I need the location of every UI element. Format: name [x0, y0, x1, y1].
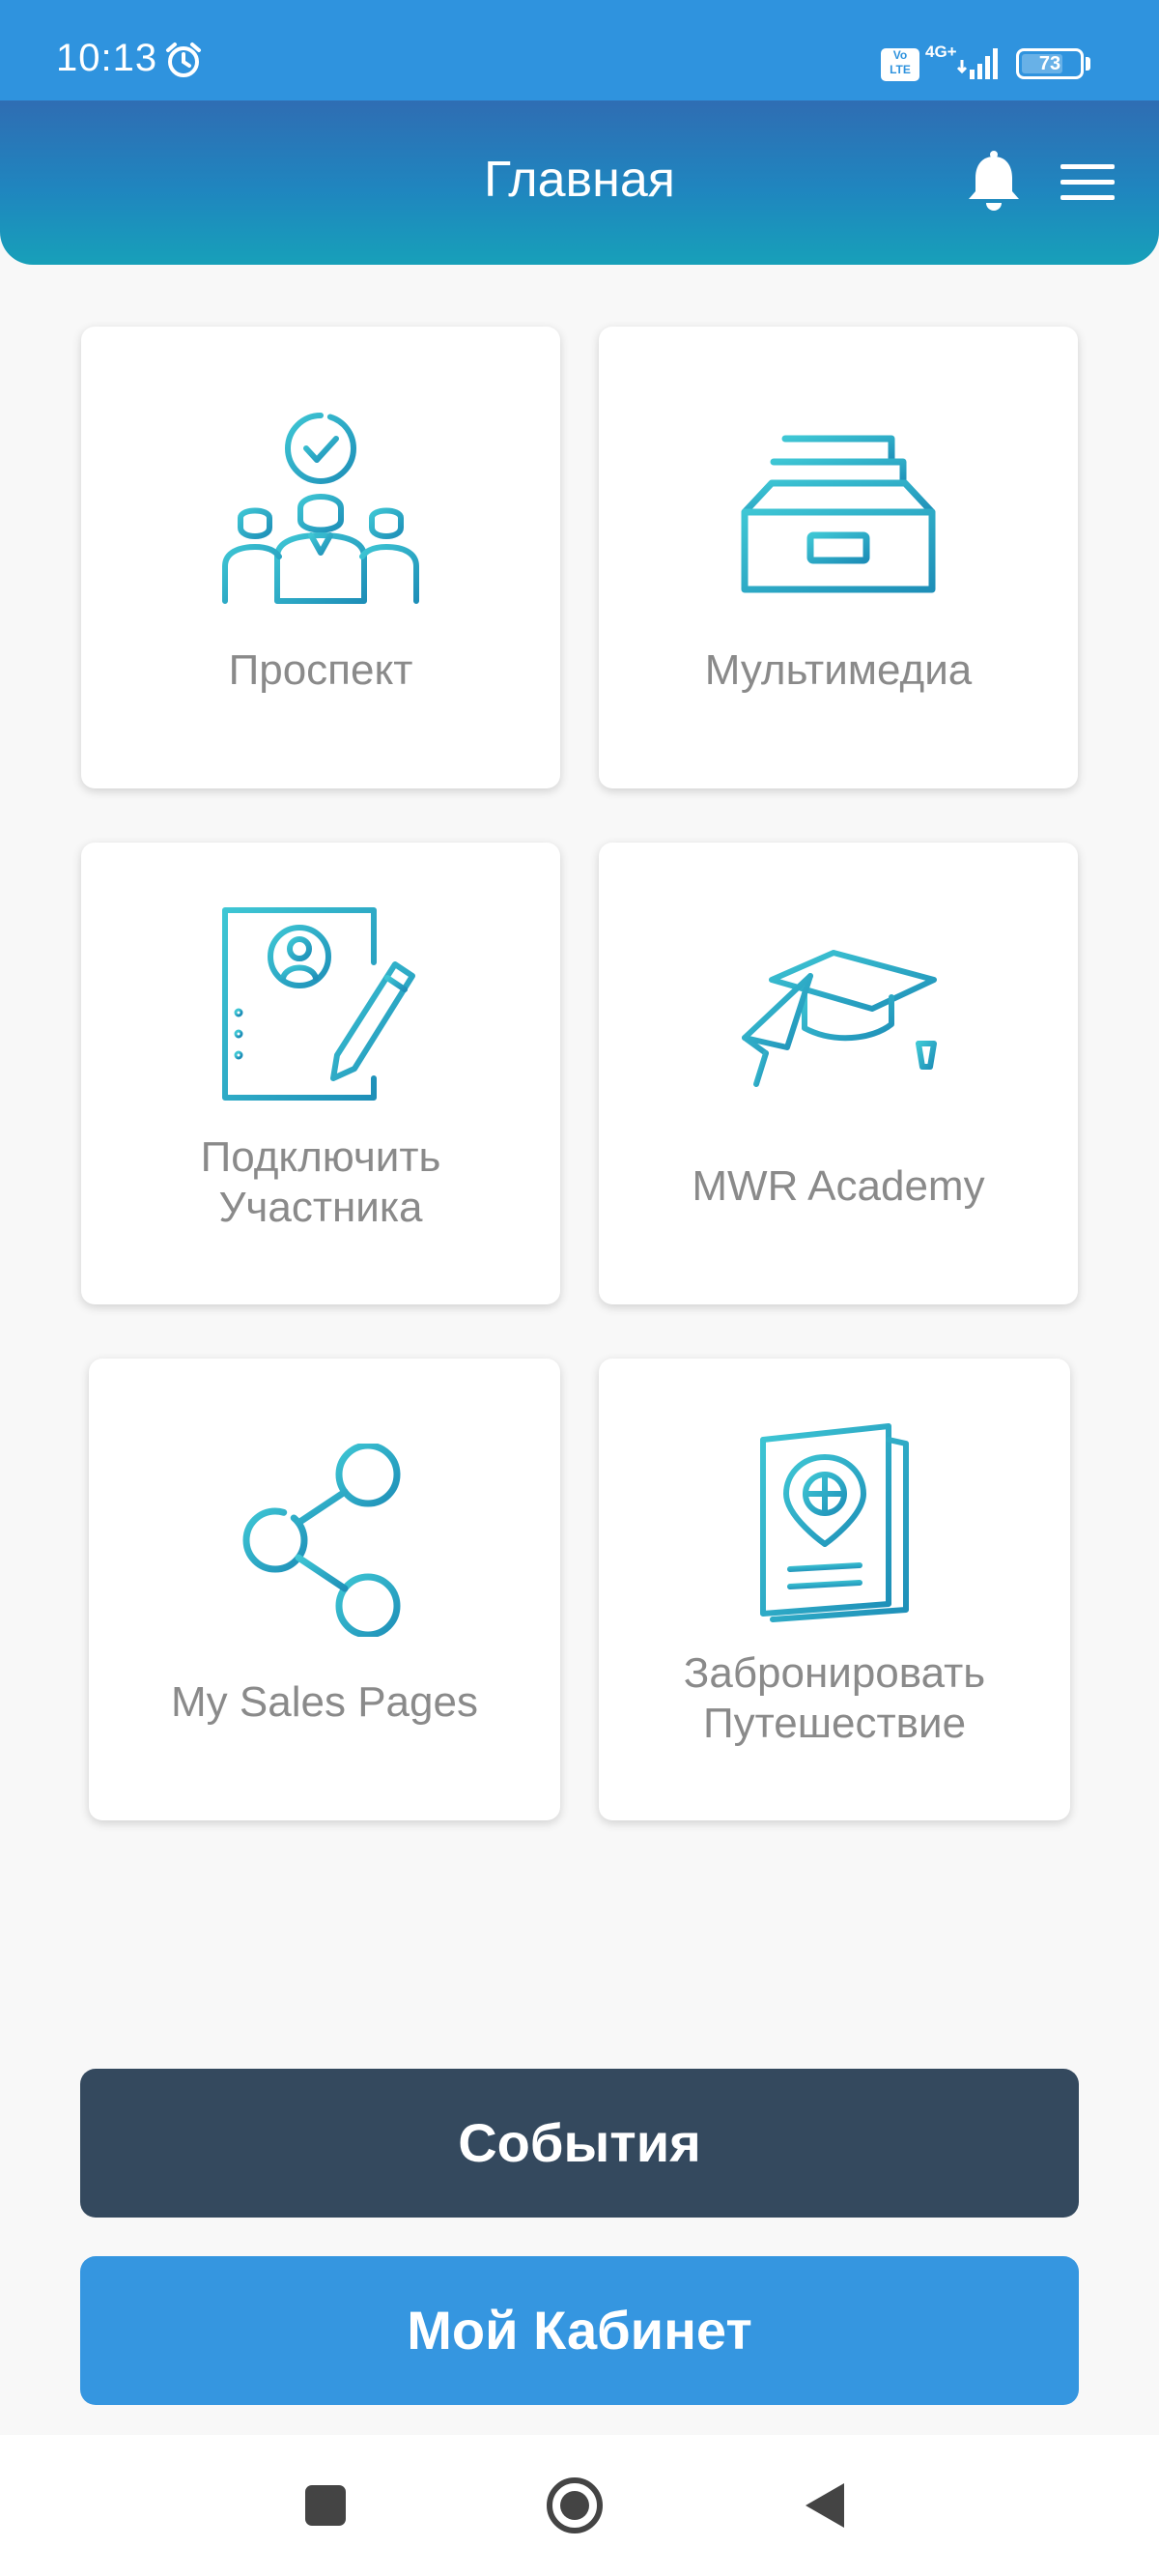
tile-label: Забронировать Путешествие — [599, 1648, 1070, 1749]
battery-level: 73 — [1038, 53, 1061, 74]
battery-icon: 73 — [1016, 48, 1084, 79]
network-type: 4G+ — [925, 43, 957, 61]
tile-my-sales-pages[interactable]: My Sales Pages — [89, 1359, 560, 1820]
system-nav-bar — [0, 2435, 1159, 2576]
document-pen-icon — [222, 907, 415, 1101]
tile-label-line2: Путешествие — [702, 1700, 967, 1747]
status-time: 10:13 — [56, 37, 158, 79]
events-button[interactable]: События — [80, 2069, 1079, 2218]
volte-line1: Vo — [892, 48, 908, 62]
tile-label: Мультимедиа — [704, 646, 973, 694]
archive-drawer-icon — [741, 435, 936, 593]
app-header: Главная — [0, 100, 1159, 265]
notifications-bell-icon[interactable] — [962, 149, 1026, 216]
tile-connect-participant[interactable]: Подключить Участника — [81, 843, 560, 1304]
my-cabinet-button[interactable]: Мой Кабинет — [80, 2256, 1079, 2405]
tile-label-line2: Участника — [218, 1184, 423, 1231]
passport-icon — [760, 1423, 909, 1622]
tile-multimedia[interactable]: Мультимедиа — [599, 327, 1078, 788]
tile-book-trip[interactable]: Забронировать Путешествие — [599, 1359, 1070, 1820]
tile-label-line1: Забронировать — [683, 1649, 986, 1697]
volte-badge: Vo LTE — [881, 48, 919, 81]
home-icon[interactable] — [541, 2472, 608, 2539]
back-icon[interactable] — [792, 2472, 860, 2539]
share-icon — [242, 1444, 401, 1637]
recent-apps-icon[interactable] — [292, 2472, 359, 2539]
prospect-team-check-icon — [219, 413, 422, 604]
signal-icon — [956, 48, 998, 79]
app-root: 10:13 Vo LTE 4G+ 73 Главная Проспект Мул… — [0, 0, 1159, 2576]
battery-tip — [1086, 57, 1090, 71]
volte-line2: LTE — [890, 63, 911, 76]
tile-prospect[interactable]: Проспект — [81, 327, 560, 788]
graduation-cap-icon — [742, 950, 937, 1087]
tile-label-line1: Подключить — [200, 1133, 441, 1181]
tile-label: MWR Academy — [692, 1162, 985, 1210]
tile-label: My Sales Pages — [171, 1678, 478, 1726]
hamburger-menu-icon[interactable] — [1059, 160, 1117, 205]
alarm-icon — [166, 43, 201, 77]
status-bar: 10:13 Vo LTE 4G+ 73 — [0, 0, 1159, 100]
tile-mwr-academy[interactable]: MWR Academy — [599, 843, 1078, 1304]
tile-label: Подключить Участника — [81, 1132, 560, 1233]
tile-label: Проспект — [228, 646, 413, 694]
